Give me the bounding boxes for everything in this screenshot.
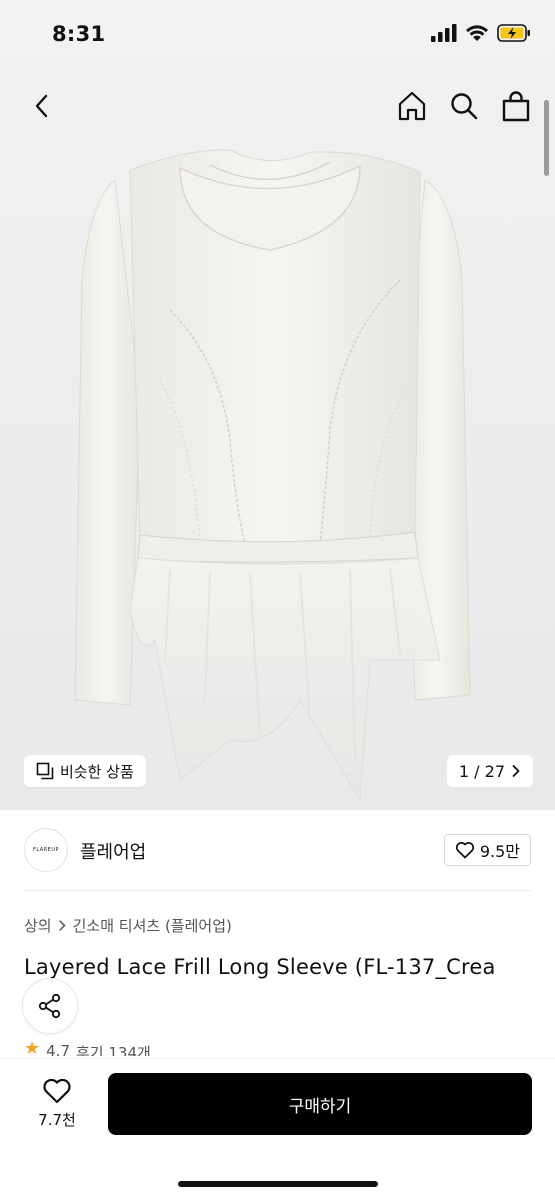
similar-products-label: 비슷한 상품 [60, 762, 134, 781]
brand-name[interactable]: 플레어업 [80, 838, 146, 864]
back-button[interactable] [22, 86, 62, 126]
cart-button[interactable] [497, 86, 535, 126]
home-button[interactable] [393, 86, 431, 126]
rating-value: 4.7 [46, 1042, 70, 1056]
status-time: 8:31 [52, 22, 106, 46]
share-button[interactable] [22, 978, 78, 1034]
page-counter: 1 / 27 [458, 761, 505, 781]
divider [24, 890, 531, 891]
breadcrumb-category[interactable]: 상의 [24, 915, 52, 936]
status-bar: 8:31 [0, 0, 555, 70]
wishlist-button[interactable]: 7.7천 [22, 1077, 92, 1137]
home-icon [398, 91, 426, 121]
cellular-signal-icon [431, 24, 457, 42]
heart-icon [455, 842, 474, 859]
gallery-page-indicator[interactable]: 1 / 27 [446, 755, 533, 787]
status-icons [431, 24, 531, 42]
top-nav-bar [0, 78, 555, 134]
brand-like-button[interactable]: 9.5만 [443, 834, 531, 866]
shopping-bag-icon [502, 91, 530, 122]
battery-charging-icon [497, 24, 530, 42]
product-title: Layered Lace Frill Long Sleeve (FL-137_C… [24, 955, 496, 979]
rating-row[interactable]: ★ 4.7 후기 134개 [24, 1042, 151, 1056]
nav-actions [393, 86, 535, 126]
home-indicator [178, 1181, 378, 1187]
breadcrumb: 상의 긴소매 티셔츠 (플레어업) [24, 915, 232, 936]
breadcrumb-subcategory[interactable]: 긴소매 티셔츠 (플레어업) [73, 915, 232, 936]
similar-products-button[interactable]: 비슷한 상품 [24, 755, 146, 787]
chevron-left-icon [35, 94, 48, 118]
heart-icon [43, 1078, 71, 1104]
chevron-right-icon [512, 765, 520, 777]
similar-products-icon [36, 762, 54, 780]
brand-logo[interactable]: FLAREUP [24, 828, 68, 872]
product-photo [74, 149, 471, 802]
buy-button[interactable]: 구매하기 [108, 1073, 532, 1135]
chevron-right-icon [58, 920, 66, 931]
star-icon: ★ [24, 1042, 41, 1056]
search-button[interactable] [445, 86, 483, 126]
search-icon [451, 93, 478, 120]
product-image-gallery[interactable]: 8:31 비슷한 상품 1 / 27 [0, 0, 555, 810]
wishlist-count: 7.7천 [38, 1111, 76, 1129]
bottom-action-bar: 7.7천 구매하기 [0, 1058, 555, 1200]
scroll-indicator[interactable] [544, 100, 549, 176]
wifi-icon [466, 25, 488, 41]
share-icon [38, 993, 61, 1019]
brand-like-count: 9.5만 [479, 842, 520, 861]
brand-row: FLAREUP 플레어업 9.5만 [0, 820, 555, 886]
review-count: 후기 134개 [76, 1044, 151, 1056]
